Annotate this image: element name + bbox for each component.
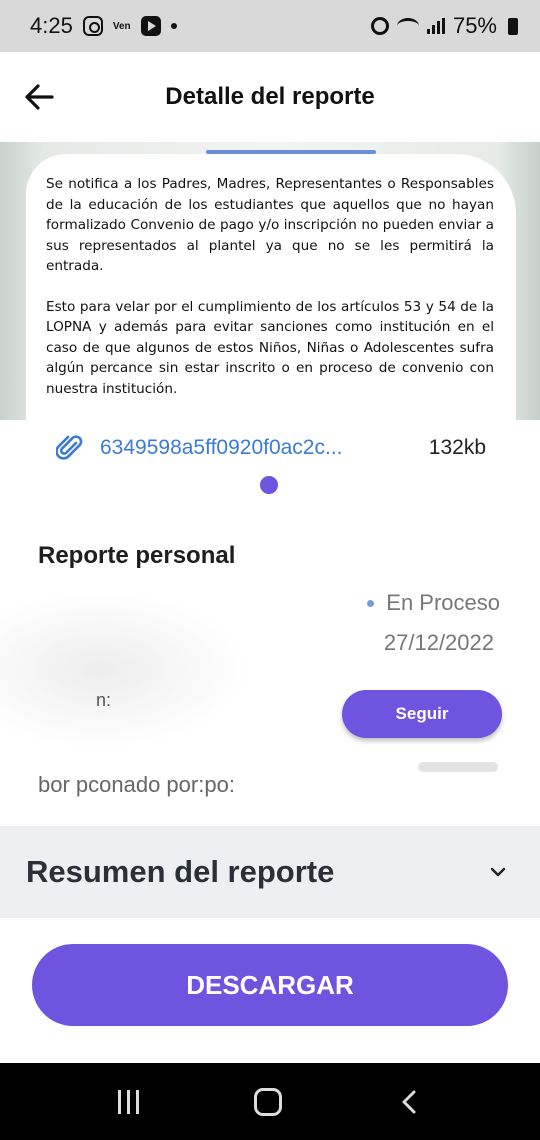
instagram-icon <box>82 16 103 36</box>
app-header: Detalle del reporte <box>0 52 540 142</box>
notice-paragraph-2: Esto para velar por el cumplimiento de l… <box>46 298 494 397</box>
follow-button[interactable]: Seguir <box>342 690 502 738</box>
system-back-icon[interactable] <box>397 1089 423 1115</box>
notice-paragraph-1: Se notifica a los Padres, Madres, Repres… <box>46 176 494 274</box>
back-arrow-icon[interactable] <box>22 80 56 114</box>
recents-icon[interactable] <box>117 1089 139 1114</box>
status-bar: 4:25 Ven 75% <box>0 0 540 52</box>
download-button[interactable]: DESCARGAR <box>32 944 508 1026</box>
carousel-indicator-dot <box>260 476 278 494</box>
page-title: Detalle del reporte <box>165 83 375 110</box>
wifi-icon <box>396 18 419 34</box>
paperclip-icon <box>56 435 83 460</box>
file-size: 132kb <box>428 436 486 459</box>
summary-title: Resumen del reporte <box>26 854 335 889</box>
alarm-icon <box>370 17 389 35</box>
battery-percent: 75% <box>452 13 497 38</box>
battery-icon <box>508 17 518 35</box>
carrier-tag: Ven <box>112 20 131 32</box>
more-notifications-icon <box>170 23 177 29</box>
report-date: 27/12/2022 <box>383 630 494 655</box>
file-attachment-row[interactable]: 6349598a5ff0920f0ac2c... 132kb <box>56 432 486 464</box>
signal-icon <box>426 18 445 34</box>
status-time: 4:25 <box>30 13 73 38</box>
file-name-link[interactable]: 6349598a5ff0920f0ac2c... <box>100 436 390 460</box>
notice-text: Se notifica a los Padres, Madres, Repres… <box>46 174 494 399</box>
section-title-personal-report: Reporte personal <box>38 542 236 569</box>
notice-heading-fragment <box>206 142 376 160</box>
attachment-image[interactable]: Se notifica a los Padres, Madres, Repres… <box>0 142 540 420</box>
chevron-down-icon <box>490 867 506 877</box>
redacted-label: n: <box>96 690 112 710</box>
status-text: En Proceso <box>386 590 500 615</box>
redacted-area <box>0 590 250 750</box>
status-dot-icon <box>367 599 375 607</box>
system-navigation-bar <box>0 1063 540 1140</box>
report-summary-accordion[interactable]: Resumen del reporte <box>0 826 540 918</box>
notice-card: Se notifica a los Padres, Madres, Repres… <box>26 150 516 420</box>
play-store-icon <box>140 16 161 36</box>
reported-by-label: bor pconado por:po: <box>38 772 235 797</box>
system-icons: 75% <box>370 13 518 39</box>
notification-icons: Ven <box>82 16 177 36</box>
status-badge: En Proceso <box>367 590 500 616</box>
home-icon[interactable] <box>253 1087 282 1116</box>
redacted-smudge <box>418 762 498 772</box>
